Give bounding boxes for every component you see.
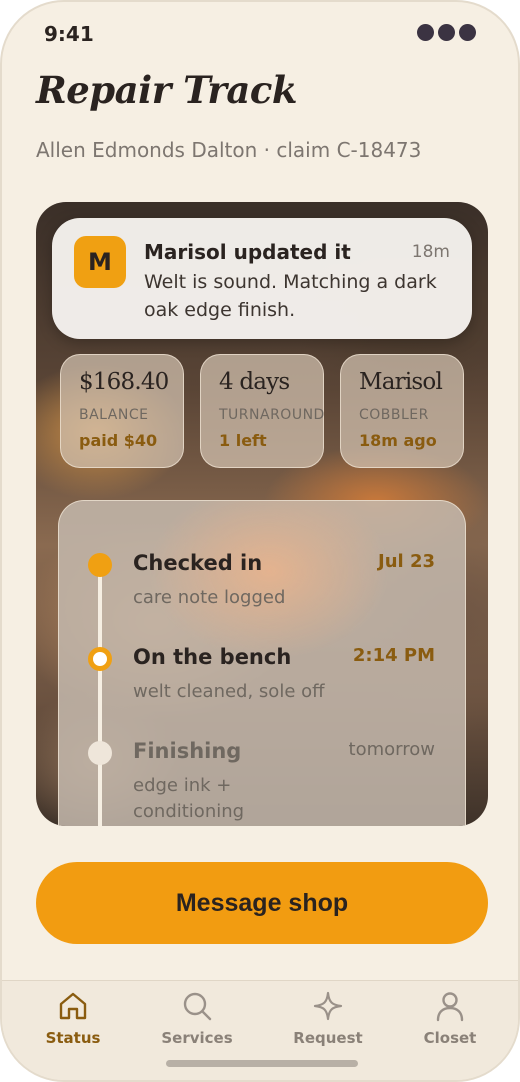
step-note: welt cleaned, sole off xyxy=(133,681,325,702)
tab-request[interactable]: Request xyxy=(273,989,383,1059)
phone-frame: 9:41 Repair Track Allen Edmonds Dalton ·… xyxy=(0,0,520,1082)
repair-hero-card: M Marisol updated it 18m Welt is sound. … xyxy=(36,202,488,826)
tab-label: Services xyxy=(161,1029,233,1047)
notification-body: Welt is sound. Matching a dark oak edge … xyxy=(144,271,437,321)
message-shop-button[interactable]: Message shop xyxy=(36,862,488,944)
tab-services[interactable]: Services xyxy=(142,989,252,1059)
tab-label: Request xyxy=(293,1029,363,1047)
step-title: On the bench xyxy=(133,645,292,669)
tab-status[interactable]: Status xyxy=(18,989,128,1059)
step-time: Jul 23 xyxy=(378,551,435,572)
stat-sub: 18m ago xyxy=(359,431,437,450)
tab-label: Status xyxy=(45,1029,101,1047)
stat-value: Marisol xyxy=(359,369,443,395)
step-title: Finishing xyxy=(133,739,242,763)
stat-label: TURNAROUND xyxy=(219,407,325,423)
cobbler-avatar: M xyxy=(74,236,126,288)
status-indicators-icon xyxy=(417,24,476,41)
stat-sub: 1 left xyxy=(219,431,267,450)
tab-closet[interactable]: Closet xyxy=(395,989,505,1059)
person-icon xyxy=(436,992,464,1022)
stat-cobbler[interactable]: Marisol COBBLER 18m ago xyxy=(340,354,464,468)
stat-sub: paid $40 xyxy=(79,431,158,450)
home-icon xyxy=(59,992,87,1020)
step-note: edge ink + conditioning xyxy=(133,775,245,822)
stat-label: COBBLER xyxy=(359,407,429,423)
step-current-icon xyxy=(88,647,112,671)
notification-time: 18m xyxy=(411,242,450,262)
step-time: tomorrow xyxy=(348,739,435,760)
step-time: 2:14 PM xyxy=(352,645,435,666)
timeline-connector xyxy=(98,567,102,826)
notification-title: Marisol updated it xyxy=(144,240,351,264)
stat-turnaround[interactable]: 4 days TURNAROUND 1 left xyxy=(200,354,324,468)
step-done-icon xyxy=(88,553,112,577)
stat-balance[interactable]: $168.40 BALANCE paid $40 xyxy=(60,354,184,468)
page-title: Repair Track xyxy=(36,68,298,112)
stat-label: BALANCE xyxy=(79,407,149,423)
update-notification[interactable]: M Marisol updated it 18m Welt is sound. … xyxy=(52,218,472,339)
status-bar: 9:41 xyxy=(2,2,518,62)
status-time: 9:41 xyxy=(44,22,94,46)
step-title: Checked in xyxy=(133,551,263,575)
stat-value: 4 days xyxy=(219,369,290,395)
claim-subtitle: Allen Edmonds Dalton · claim C-18473 xyxy=(36,138,422,162)
repair-timeline: Checked in care note logged Jul 23 On th… xyxy=(58,500,466,826)
stat-value: $168.40 xyxy=(79,369,169,395)
sparkle-icon xyxy=(313,991,343,1021)
step-pending-icon xyxy=(88,741,112,765)
step-note: care note logged xyxy=(133,587,286,608)
search-icon xyxy=(183,992,212,1021)
home-indicator[interactable] xyxy=(166,1060,358,1067)
tab-label: Closet xyxy=(423,1029,477,1047)
